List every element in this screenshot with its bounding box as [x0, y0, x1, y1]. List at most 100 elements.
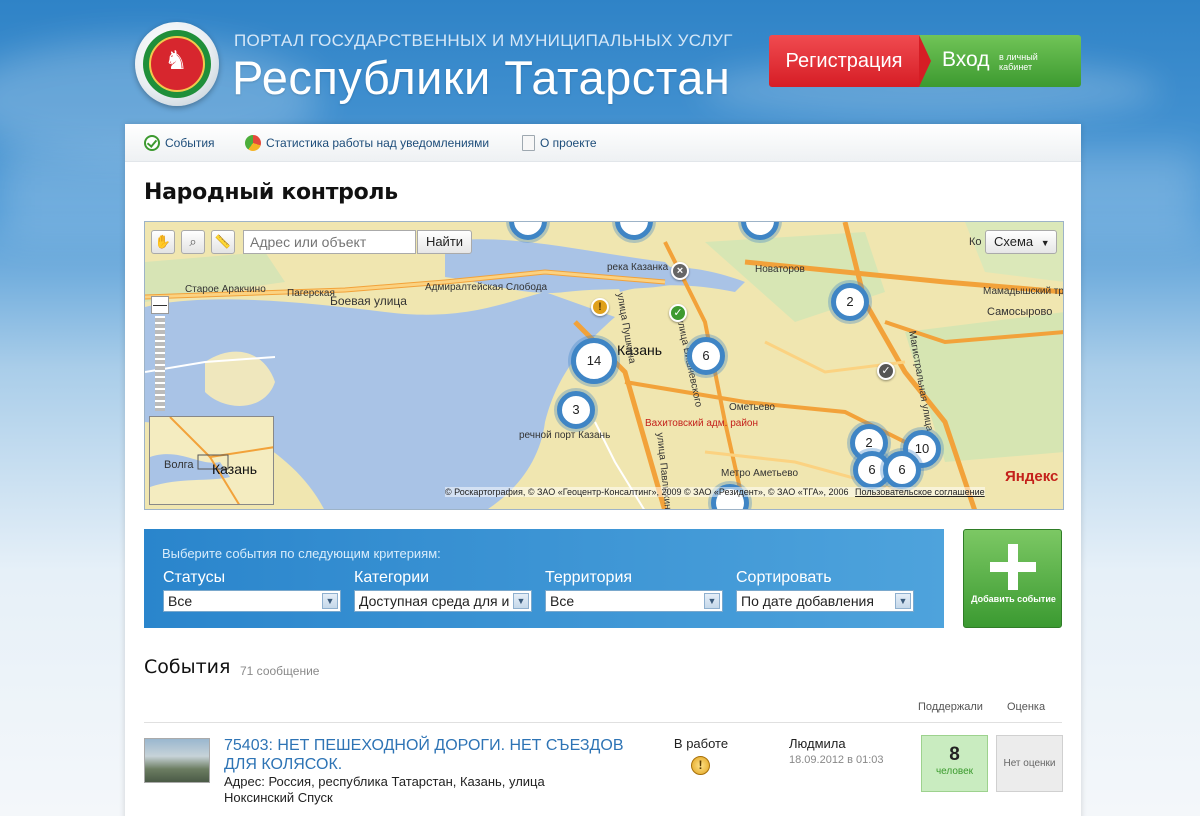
filter-hint: Выберите события по следующим критериям:	[162, 546, 441, 561]
support-unit: человек	[935, 766, 974, 777]
sort-filter: Сортировать По дате добавления ▼	[736, 569, 914, 612]
sort-filter-label: Сортировать	[736, 569, 832, 586]
login-sublabel: в личный кабинет	[999, 52, 1038, 72]
check-pin-icon[interactable]: ✓	[877, 362, 895, 380]
register-button[interactable]: Регистрация	[769, 35, 919, 87]
territory-select-value: Все	[550, 593, 575, 609]
arrow-divider	[919, 35, 931, 87]
sort-select[interactable]: По дате добавления ▼	[736, 590, 914, 612]
minimap-city-label: Казань	[212, 461, 258, 477]
support-count: 8	[949, 744, 960, 765]
tatarstan-emblem-logo[interactable]: ♞	[135, 22, 219, 106]
category-select[interactable]: Доступная среда для и ▼	[354, 590, 532, 612]
pie-chart-icon	[245, 135, 261, 151]
document-icon	[522, 135, 535, 151]
site-subtitle: ПОРТАЛ ГОСУДАРСТВЕННЫХ И МУНИЦИПАЛЬНЫХ У…	[234, 31, 733, 50]
login-button[interactable]: Вход в личный кабинет	[919, 35, 1081, 87]
chevron-down-icon: ▼	[704, 593, 720, 609]
event-author: Людмила	[789, 736, 846, 751]
content-panel: События Статистика работы над уведомлени…	[125, 124, 1081, 816]
check-pin-icon[interactable]: ✓	[669, 304, 687, 322]
nav-item-label: События	[165, 136, 215, 150]
map-label: Ко	[969, 236, 982, 248]
event-status: В работе	[673, 736, 729, 751]
chevron-down-icon: ▼	[322, 593, 338, 609]
copyright-text: © Роскартография, © ЗАО «Геоцентр-Консал…	[445, 487, 849, 497]
map-cluster-marker[interactable]: 6	[883, 451, 921, 489]
status-filter: Статусы Все ▼	[163, 569, 341, 612]
map-label: речной порт Казань	[519, 430, 611, 441]
event-thumbnail[interactable]	[144, 738, 210, 783]
map-cluster-marker[interactable]: 3	[557, 391, 595, 429]
map-label: Мамадышский тракт	[983, 286, 1064, 297]
chevron-down-icon: ▼	[895, 593, 911, 609]
snow-leopard-icon: ♞	[164, 45, 188, 75]
map-layer-label: Схема	[994, 234, 1034, 249]
zoom-out-icon[interactable]: —	[151, 296, 169, 314]
map-cluster-marker[interactable]: 2	[831, 283, 869, 321]
col-rating-header: Оценка	[1007, 701, 1046, 713]
map-cluster-marker[interactable]: 6	[687, 337, 725, 375]
col-supported-header: Поддержали	[918, 701, 983, 713]
event-address: Адрес: Россия, республика Татарстан, Каз…	[224, 774, 545, 805]
add-event-button[interactable]: Добавить событие	[963, 529, 1062, 628]
nav-item-label: Статистика работы над уведомлениями	[266, 136, 490, 150]
closed-pin-icon[interactable]: ×	[671, 262, 689, 280]
login-label: Вход	[942, 48, 990, 71]
support-counter[interactable]: 8 человек	[921, 735, 988, 792]
add-event-label: Добавить событие	[971, 594, 1056, 604]
map-search-button[interactable]: Найти	[417, 230, 472, 254]
in-progress-warning-icon: !	[691, 756, 710, 775]
map-label: Старое Аракчино	[185, 284, 266, 295]
territory-select[interactable]: Все ▼	[545, 590, 723, 612]
sort-select-value: По дате добавления	[741, 593, 874, 609]
zoom-area-button[interactable]: ⌕	[181, 230, 205, 254]
zoom-slider[interactable]: —	[151, 296, 171, 416]
map-label: Вахитовский адм. район	[645, 418, 758, 429]
map-label: Новаторов	[755, 264, 805, 275]
nav-item-label: О проекте	[540, 136, 597, 150]
status-select-value: Все	[168, 593, 193, 609]
territory-filter: Территория Все ▼	[545, 569, 723, 612]
overview-minimap[interactable]: Казань Волга	[149, 416, 274, 505]
nav-item-about[interactable]: О проекте	[522, 135, 597, 151]
map-layer-select[interactable]: Схема ▼	[985, 230, 1057, 254]
event-title-link[interactable]: 75403: НЕТ ПЕШЕХОДНОЙ ДОРОГИ. НЕТ СЪЕЗДО…	[224, 736, 644, 774]
status-select[interactable]: Все ▼	[163, 590, 341, 612]
map-label: Боевая улица	[330, 294, 407, 308]
category-select-value: Доступная среда для и	[359, 593, 510, 609]
map-label: Самосырово	[987, 306, 1053, 318]
page-title: Народный контроль	[144, 180, 398, 205]
category-filter-label: Категории	[354, 569, 430, 586]
plus-icon	[990, 544, 1036, 590]
territory-filter-label: Территория	[545, 569, 633, 586]
nav-item-events[interactable]: События	[144, 135, 215, 151]
nav-item-statistics[interactable]: Статистика работы над уведомлениями	[245, 135, 489, 151]
map-label: река Казанка	[607, 262, 669, 273]
divider	[144, 722, 1062, 723]
map-cluster-marker[interactable]: 14	[571, 338, 617, 384]
map-widget[interactable]: ✋ ⌕ 📏 Найти Схема ▼ — Казань Волга Старо…	[144, 221, 1064, 510]
main-nav: События Статистика работы над уведомлени…	[125, 124, 1081, 162]
chevron-down-icon: ▼	[1040, 238, 1050, 248]
site-title[interactable]: Республики Татарстан	[232, 50, 730, 106]
ruler-button[interactable]: 📏	[211, 230, 235, 254]
category-filter: Категории Доступная среда для и ▼	[354, 569, 532, 612]
chevron-down-icon: ▼	[513, 593, 529, 609]
event-date: 18.09.2012 в 01:03	[789, 754, 884, 766]
map-label: Метро Аметьево	[721, 468, 799, 479]
filter-panel: Выберите события по следующим критериям:…	[144, 529, 944, 628]
check-circle-icon	[144, 135, 160, 151]
map-search-input[interactable]	[243, 230, 416, 254]
hand-tool-button[interactable]: ✋	[151, 230, 175, 254]
yandex-logo[interactable]: Яндекс	[1005, 468, 1058, 485]
rating-box[interactable]: Нет оценки	[996, 735, 1063, 792]
zoom-track[interactable]	[155, 316, 165, 411]
events-title: События	[144, 656, 231, 678]
status-filter-label: Статусы	[163, 569, 226, 586]
minimap-river-label: Волга	[164, 459, 194, 471]
warning-pin-icon[interactable]: !	[591, 298, 609, 316]
map-copyright: © Роскартография, © ЗАО «Геоцентр-Консал…	[445, 487, 985, 497]
terms-link[interactable]: Пользовательское соглашение	[855, 487, 985, 497]
map-label: Ометьево	[729, 402, 775, 413]
